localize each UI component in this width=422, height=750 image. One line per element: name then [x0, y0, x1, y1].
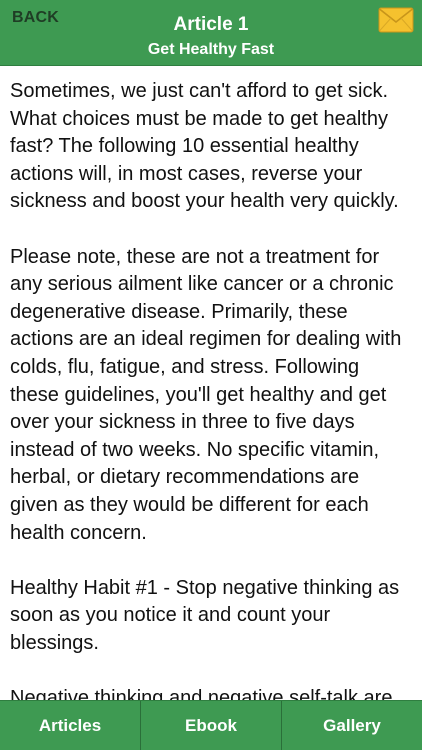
article-body[interactable]: Sometimes, we just can't afford to get s…	[0, 66, 422, 700]
article-paragraph: Please note, these are not a treatment f…	[10, 245, 402, 544]
article-paragraph: Healthy Habit #1 - Stop negative thinkin…	[10, 576, 400, 654]
envelope-icon[interactable]	[378, 7, 414, 33]
tab-ebook[interactable]: Ebook	[140, 701, 281, 750]
bottom-tab-bar: Articles Ebook Gallery	[0, 700, 422, 750]
article-subtitle: Get Healthy Fast	[147, 41, 275, 58]
article-paragraph: Negative thinking and negative self-talk…	[10, 687, 393, 700]
tab-articles[interactable]: Articles	[0, 701, 140, 750]
article-title: Article 1	[173, 14, 249, 35]
article-paragraph: Sometimes, we just can't afford to get s…	[10, 80, 399, 213]
back-button[interactable]: BACK	[12, 9, 59, 27]
app-screen: BACK Article 1 Get Healthy Fast Sometime…	[0, 0, 422, 750]
title-block: Article 1 Get Healthy Fast	[60, 14, 362, 62]
nav-header: BACK Article 1 Get Healthy Fast	[0, 0, 422, 66]
tab-gallery[interactable]: Gallery	[281, 701, 422, 750]
